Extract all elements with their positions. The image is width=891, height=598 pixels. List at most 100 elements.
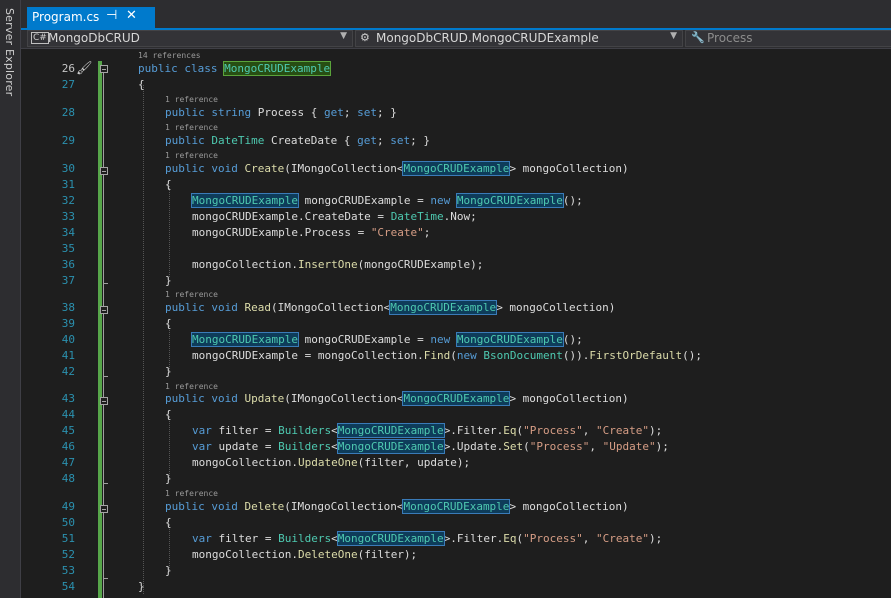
codelens-references[interactable]: 1 reference: [165, 151, 218, 160]
token-brace: }: [165, 564, 172, 577]
token-type-highlight: MongoCRUDExample: [336, 423, 445, 438]
code-line-37[interactable]: }: [165, 274, 172, 287]
code-line-33[interactable]: mongoCRUDExample.CreateDate = DateTime.N…: [192, 210, 477, 223]
codelens-references[interactable]: 1 reference: [165, 95, 218, 104]
collapse-create-icon[interactable]: [100, 167, 108, 175]
code-line-43[interactable]: public void Update(IMongoCollection<Mong…: [165, 391, 629, 406]
code-line-51[interactable]: var filter = Builders<MongoCRUDExample>.…: [192, 531, 662, 546]
token-text: (filter, update);: [357, 456, 471, 469]
outline-end: [103, 578, 108, 579]
token-brace: {: [138, 78, 145, 91]
line-number: 38: [61, 301, 75, 314]
token-keyword: set: [357, 106, 377, 119]
collapse-read-icon[interactable]: [100, 306, 108, 314]
outline-end: [103, 483, 108, 484]
token-brace: {: [165, 516, 172, 529]
line-number: 49: [61, 500, 75, 513]
token-type: DateTime: [211, 134, 265, 147]
code-line-45[interactable]: var filter = Builders<MongoCRUDExample>.…: [192, 423, 662, 438]
codelens-references[interactable]: 1 reference: [165, 123, 218, 132]
code-line-36[interactable]: mongoCollection.InsertOne(mongoCRUDExamp…: [192, 258, 483, 271]
chevron-down-icon: ▼: [340, 31, 347, 41]
code-line-34[interactable]: mongoCRUDExample.Process = "Create";: [192, 226, 430, 239]
token-string: "Create": [596, 532, 650, 545]
code-line-52[interactable]: mongoCollection.DeleteOne(filter);: [192, 548, 417, 561]
token-text: ;: [343, 106, 358, 119]
chevron-down-icon: ▼: [670, 31, 677, 41]
collapse-update-icon[interactable]: [100, 397, 108, 405]
paintbrush-icon[interactable]: 🖌: [76, 61, 93, 76]
code-line-30[interactable]: public void Create(IMongoCollection<Mong…: [165, 161, 629, 176]
token-string: "Process": [529, 440, 590, 453]
code-line-31[interactable]: {: [165, 178, 172, 191]
code-line-54[interactable]: }: [138, 580, 145, 593]
token-brace: {: [165, 408, 172, 421]
code-line-50[interactable]: {: [165, 516, 172, 529]
code-line-53[interactable]: }: [165, 564, 172, 577]
code-line-48[interactable]: }: [165, 472, 172, 485]
line-number: 45: [61, 424, 75, 437]
token-text: >.Filter.: [443, 424, 504, 437]
code-line-26[interactable]: public class MongoCRUDExample: [138, 61, 332, 76]
code-line-41[interactable]: mongoCRUDExample = mongoCollection.Find(…: [192, 349, 702, 362]
collapse-class-icon[interactable]: [100, 65, 108, 73]
collapse-delete-icon[interactable]: [100, 505, 108, 513]
wrench-icon: 🔧: [691, 31, 705, 44]
line-number: 31: [61, 178, 75, 191]
code-line-38[interactable]: public void Read(IMongoCollection<MongoC…: [165, 300, 615, 315]
token-text: >.Filter.: [443, 532, 504, 545]
code-line-47[interactable]: mongoCollection.UpdateOne(filter, update…: [192, 456, 470, 469]
code-line-27[interactable]: {: [138, 78, 145, 91]
token-text: filter =: [211, 532, 279, 545]
token-keyword: class: [184, 62, 218, 75]
token-type-highlight: MongoCRUDExample: [455, 193, 564, 208]
code-line-42[interactable]: }: [165, 365, 172, 378]
tab-program-cs[interactable]: Program.cs ⊣ ✕: [27, 7, 155, 28]
indent-guide: [143, 85, 144, 594]
codelens-references[interactable]: 14 references: [138, 51, 201, 60]
code-line-28[interactable]: public string Process { get; set; }: [165, 106, 397, 119]
token-keyword: void: [211, 500, 238, 513]
token-text: ;: [423, 226, 431, 239]
token-type: Builders: [278, 532, 332, 545]
token-text: mongoCRUDExample =: [297, 194, 431, 207]
pin-icon[interactable]: ⊣: [106, 8, 117, 23]
token-type: DateTime: [390, 210, 444, 223]
code-line-40[interactable]: MongoCRUDExample mongoCRUDExample = new …: [191, 332, 583, 347]
member-dropdown[interactable]: 🔧 Process: [685, 30, 891, 47]
project-dropdown[interactable]: C# MongoDbCRUD ▼: [27, 30, 353, 47]
token-keyword: new: [456, 349, 477, 362]
class-dropdown[interactable]: ⚙ MongoDbCRUD.MongoCRUDExample ▼: [355, 30, 683, 47]
line-number: 35: [61, 242, 75, 255]
code-line-44[interactable]: {: [165, 408, 172, 421]
token-text: > mongoCollection): [509, 500, 629, 513]
code-line-39[interactable]: {: [165, 317, 172, 330]
token-keyword: get: [323, 106, 344, 119]
code-line-49[interactable]: public void Delete(IMongoCollection<Mong…: [165, 499, 629, 514]
token-type-highlight: MongoCRUDExample: [455, 332, 564, 347]
line-number: 41: [61, 349, 75, 362]
line-number: 46: [61, 440, 75, 453]
close-icon[interactable]: ✕: [126, 8, 137, 23]
token-text: mongoCRUDExample =: [297, 333, 431, 346]
codelens-references[interactable]: 1 reference: [165, 489, 218, 498]
codelens-references[interactable]: 1 reference: [165, 290, 218, 299]
tab-title: Program.cs: [32, 10, 100, 24]
code-line-29[interactable]: public DateTime CreateDate { get; set; }: [165, 134, 430, 147]
code-line-32[interactable]: MongoCRUDExample mongoCRUDExample = new …: [191, 193, 583, 208]
code-line-46[interactable]: var update = Builders<MongoCRUDExample>.…: [192, 439, 669, 454]
token-method: FirstOrDefault: [589, 349, 683, 362]
line-number: 52: [61, 548, 75, 561]
document-tab-bar: Program.cs ⊣ ✕: [21, 0, 891, 28]
code-editor[interactable]: 🖌 26 27 28 29 30 31 32 33 34 35 36 37 38…: [21, 49, 891, 598]
codelens-references[interactable]: 1 reference: [165, 382, 218, 391]
token-keyword: public: [165, 162, 205, 175]
token-text: (filter);: [357, 548, 418, 561]
line-number: 53: [61, 564, 75, 577]
line-number: 39: [61, 317, 75, 330]
token-method: Eq: [503, 532, 517, 545]
token-text: <: [331, 532, 338, 545]
server-explorer-panel[interactable]: Server Explorer: [0, 0, 21, 598]
server-explorer-label[interactable]: Server Explorer: [3, 8, 16, 96]
token-text: <: [331, 424, 338, 437]
